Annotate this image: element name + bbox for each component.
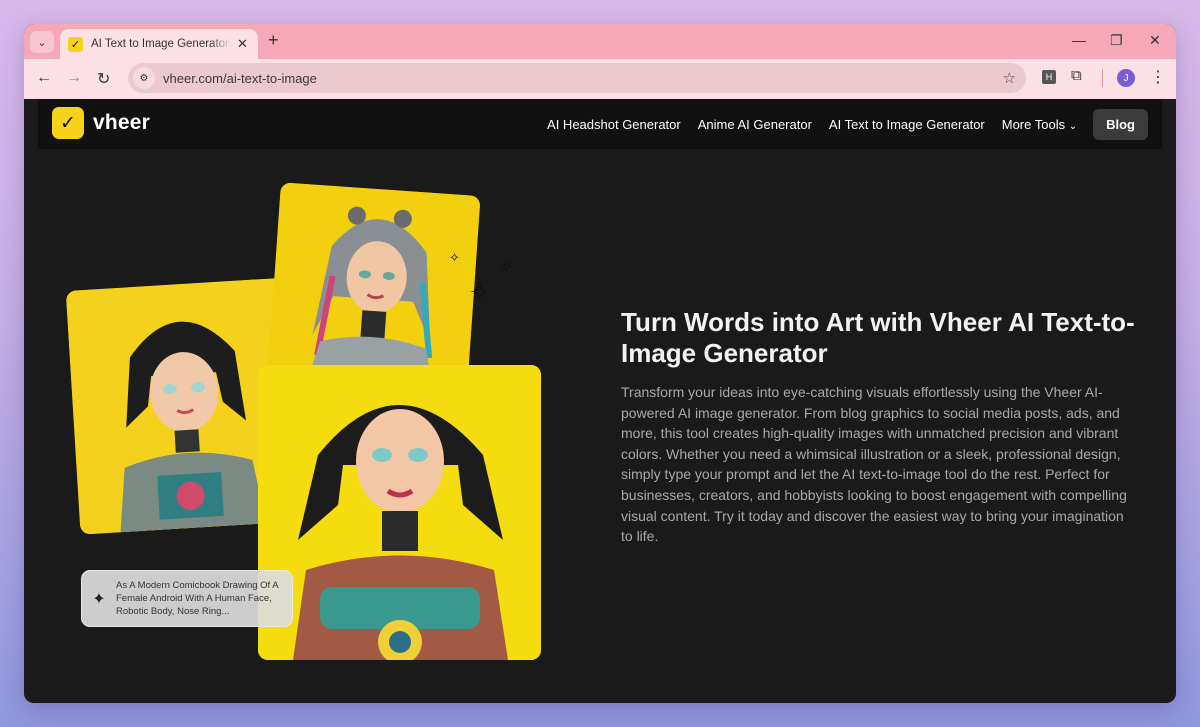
chevron-down-icon: ⌄: [37, 36, 47, 49]
restore-icon[interactable]: ❐: [1110, 32, 1123, 49]
nav-ai-text-to-image-generator[interactable]: AI Text to Image Generator: [829, 117, 985, 132]
forward-arrow-icon[interactable]: →: [66, 69, 82, 87]
tab-search-button[interactable]: ⌄: [30, 31, 54, 53]
nav-ai-headshot-generator[interactable]: AI Headshot Generator: [547, 117, 681, 132]
browser-window: ⌄ ✓ AI Text to Image Generator - Cre ✕ +…: [24, 24, 1176, 703]
browser-tab[interactable]: ✓ AI Text to Image Generator - Cre ✕: [60, 29, 258, 59]
site-header: ✓ vheer AI Headshot Generator Anime AI G…: [38, 99, 1162, 149]
sparkle-icon: ✧: [449, 250, 460, 265]
extension-h-icon[interactable]: H: [1042, 70, 1056, 84]
vheer-logo-icon[interactable]: ✓: [52, 107, 84, 139]
hero-description: Transform your ideas into eye-catching v…: [621, 384, 1127, 545]
minimize-icon[interactable]: —: [1072, 32, 1086, 48]
url-text[interactable]: vheer.com/ai-text-to-image: [163, 71, 317, 86]
sparkle-icon: ✧: [469, 277, 491, 307]
sample-image-main: [258, 365, 541, 660]
close-window-icon[interactable]: ✕: [1149, 32, 1161, 49]
page-content: ✓ vheer AI Headshot Generator Anime AI G…: [24, 99, 1176, 703]
extensions-puzzle-icon[interactable]: ⧉: [1071, 67, 1082, 84]
more-tools-label: More Tools: [1001, 116, 1066, 132]
browser-menu-icon[interactable]: ⋮: [1150, 67, 1166, 87]
prompt-preview-card: ✦ As A Modern Comicbook Drawing Of A Fem…: [81, 570, 293, 627]
new-tab-button[interactable]: +: [268, 30, 279, 51]
profile-avatar[interactable]: J: [1117, 69, 1135, 87]
main-nav: AI Headshot Generator Anime AI Generator…: [530, 99, 1162, 149]
site-info-icon[interactable]: ⚙: [133, 67, 155, 89]
sparkle-icon: ✦: [92, 590, 106, 608]
nav-more-tools[interactable]: More Tools ⌄: [1002, 117, 1077, 132]
toolbar-divider: [1102, 69, 1103, 87]
vheer-favicon-icon: ✓: [68, 36, 83, 52]
hero-title: Turn Words into Art with Vheer AI Text-t…: [621, 307, 1135, 368]
bookmark-star-icon[interactable]: ☆: [1003, 69, 1016, 87]
sample-image-top: [267, 182, 481, 392]
tab-strip: ⌄ ✓ AI Text to Image Generator - Cre ✕ +…: [24, 24, 1176, 59]
tab-title: AI Text to Image Generator - Cre: [91, 38, 231, 50]
logo-text[interactable]: vheer: [93, 111, 150, 135]
browser-toolbar: ← → ↻ ⚙ vheer.com/ai-text-to-image ☆ H ⧉…: [24, 59, 1176, 99]
address-bar[interactable]: ⚙ vheer.com/ai-text-to-image ☆: [128, 63, 1026, 93]
chevron-down-icon: ⌄: [1068, 120, 1078, 132]
back-arrow-icon[interactable]: ←: [36, 69, 52, 87]
prompt-preview-text: As A Modern Comicbook Drawing Of A Femal…: [116, 580, 279, 617]
close-tab-icon[interactable]: ✕: [237, 36, 248, 52]
sparkle-icon: ✧: [499, 257, 515, 277]
nav-anime-ai-generator[interactable]: Anime AI Generator: [698, 117, 812, 132]
reload-icon[interactable]: ↻: [97, 69, 110, 89]
blog-button[interactable]: Blog: [1093, 108, 1148, 140]
